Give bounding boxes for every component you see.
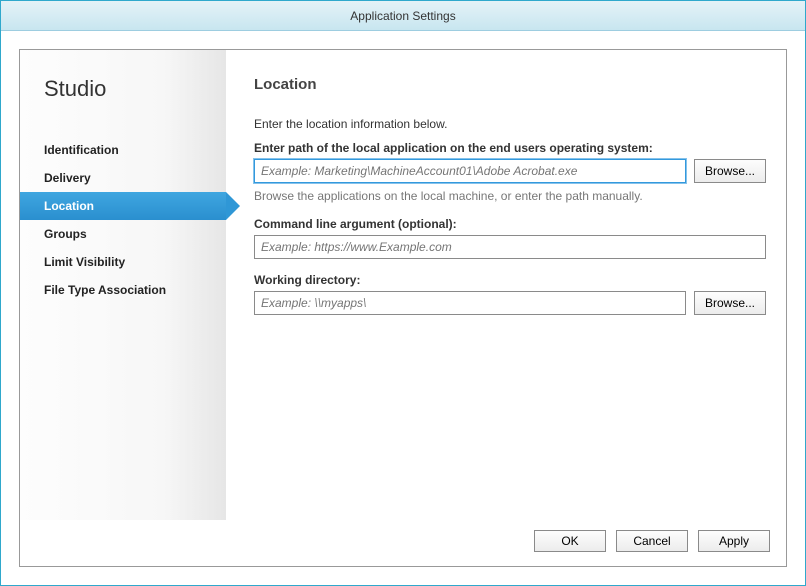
footer: OK Cancel Apply (20, 520, 786, 566)
path-input[interactable] (254, 159, 686, 183)
field-path: Enter path of the local application on t… (254, 141, 766, 203)
panel-title: Location (254, 76, 766, 93)
cmd-label: Command line argument (optional): (254, 217, 766, 231)
panel-intro: Enter the location information below. (254, 117, 766, 131)
sidebar-item-limit-visibility[interactable]: Limit Visibility (20, 248, 226, 276)
apply-button[interactable]: Apply (698, 530, 770, 552)
main-area: Studio Identification Delivery Location … (20, 50, 786, 520)
sidebar-item-file-type-association[interactable]: File Type Association (20, 276, 226, 304)
window-title: Application Settings (350, 9, 455, 23)
sidebar-title: Studio (20, 76, 226, 136)
field-workdir: Working directory: Browse... (254, 273, 766, 315)
ok-button[interactable]: OK (534, 530, 606, 552)
sidebar-item-identification[interactable]: Identification (20, 136, 226, 164)
workdir-label: Working directory: (254, 273, 766, 287)
cmd-input[interactable] (254, 235, 766, 259)
workdir-input[interactable] (254, 291, 686, 315)
path-label: Enter path of the local application on t… (254, 141, 766, 155)
content-wrap: Studio Identification Delivery Location … (1, 31, 805, 585)
workdir-row: Browse... (254, 291, 766, 315)
path-hint: Browse the applications on the local mac… (254, 189, 766, 203)
field-cmd: Command line argument (optional): (254, 217, 766, 259)
content: Studio Identification Delivery Location … (19, 49, 787, 567)
workdir-browse-button[interactable]: Browse... (694, 291, 766, 315)
titlebar[interactable]: Application Settings (1, 1, 805, 31)
path-row: Browse... (254, 159, 766, 183)
cmd-row (254, 235, 766, 259)
sidebar-item-groups[interactable]: Groups (20, 220, 226, 248)
cancel-button[interactable]: Cancel (616, 530, 688, 552)
path-browse-button[interactable]: Browse... (694, 159, 766, 183)
sidebar-item-location[interactable]: Location (20, 192, 226, 220)
dialog-window: Application Settings Studio Identificati… (0, 0, 806, 586)
sidebar-item-delivery[interactable]: Delivery (20, 164, 226, 192)
sidebar: Studio Identification Delivery Location … (20, 50, 226, 520)
panel-location: Location Enter the location information … (226, 50, 786, 520)
